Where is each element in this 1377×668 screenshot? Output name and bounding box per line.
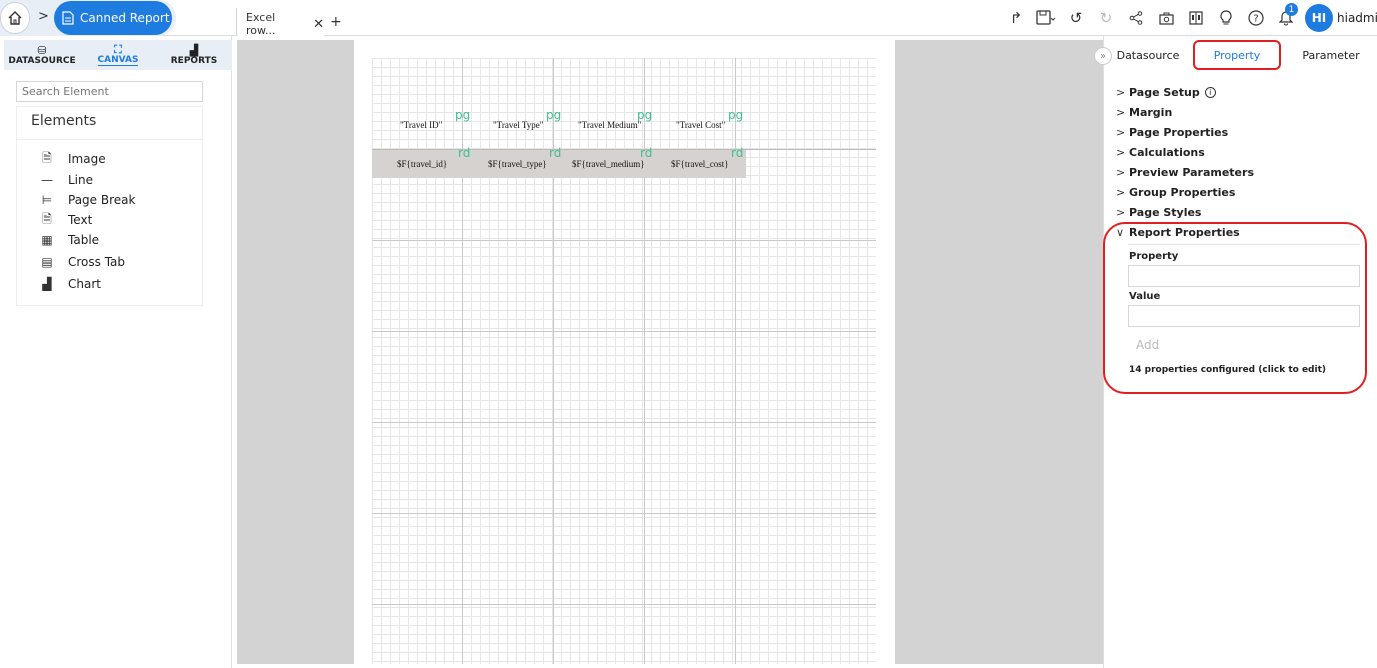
elements-title: Elements (31, 113, 97, 129)
chevron-right-icon: > (1116, 146, 1126, 159)
tab-datasource-properties[interactable]: Datasource (1113, 40, 1183, 70)
toolbar: ↱ ↺ ↻ ? 1 HI hiadmin (1001, 0, 1377, 36)
tab-datasource[interactable]: ⛁ DATASOURCE (4, 40, 80, 70)
notifications-button[interactable]: 1 (1271, 0, 1301, 36)
tab-reports[interactable]: ▟ REPORTS (156, 40, 232, 70)
close-icon[interactable]: ✕ (313, 17, 324, 32)
header-travel-cost[interactable]: "Travel Cost" (676, 120, 725, 130)
camera-icon[interactable] (1151, 0, 1181, 36)
chevron-right-icon: > (1116, 86, 1126, 99)
detail-tag: rd (549, 146, 562, 160)
page-header-tag: pg (728, 108, 744, 122)
element-table[interactable]: ▦ Table (40, 230, 99, 250)
element-cross-tab[interactable]: ▤ Cross Tab (40, 252, 125, 272)
undo-icon[interactable]: ↺ (1061, 0, 1091, 36)
share-arrow-icon[interactable]: ↱ (1001, 0, 1031, 36)
home-button[interactable] (0, 2, 30, 34)
page-header-tag: pg (637, 108, 653, 122)
line-icon: — (41, 173, 53, 187)
header-travel-medium[interactable]: "Travel Medium" (578, 120, 641, 130)
grid-major-line (372, 513, 876, 514)
section-calculations[interactable]: > Calculations (1116, 146, 1205, 159)
breadcrumb-label: Canned Report (80, 11, 170, 25)
page-header-tag: pg (455, 108, 471, 122)
grid-major-line (372, 604, 876, 605)
reports-icon: ▟ (189, 43, 199, 57)
username[interactable]: hiadmin (1337, 11, 1377, 25)
page-break-icon: ⊨ (41, 193, 53, 207)
image-icon: 🗎 (42, 150, 52, 165)
section-preview-parameters[interactable]: > Preview Parameters (1116, 166, 1254, 179)
element-text[interactable]: 🗎 Text (40, 210, 92, 230)
canvas-icon: ⛶ (114, 43, 122, 56)
element-line[interactable]: — Line (40, 170, 93, 190)
search-element-input[interactable] (16, 81, 203, 102)
breadcrumb-chevron-icon: > (38, 9, 49, 24)
left-panel-tabs: ⛁ DATASOURCE ⛶ CANVAS ▟ REPORTS (4, 40, 232, 70)
tab-divider (236, 8, 237, 36)
section-page-styles[interactable]: > Page Styles (1116, 206, 1201, 219)
avatar[interactable]: HI (1305, 4, 1333, 32)
element-image[interactable]: 🗎 Image (40, 149, 105, 169)
share-icon[interactable] (1121, 0, 1151, 36)
annotation-highlight (1103, 222, 1367, 394)
datasource-icon: ⛁ (37, 43, 47, 57)
redo-icon[interactable]: ↻ (1091, 0, 1121, 36)
chart-icon: ▟ (42, 277, 52, 291)
header-travel-type[interactable]: "Travel Type" (493, 120, 543, 130)
section-page-setup[interactable]: > Page Setup i (1116, 86, 1216, 99)
element-page-break[interactable]: ⊨ Page Break (40, 190, 136, 210)
detail-tag: rd (458, 146, 471, 160)
detail-tag: rd (640, 146, 653, 160)
tab-report[interactable]: Excel row... ✕ (238, 11, 324, 37)
notification-badge: 1 (1285, 3, 1298, 16)
breadcrumb-canned-report[interactable]: Canned Report (54, 1, 172, 35)
tab-label: Excel row... (246, 11, 276, 37)
section-page-properties[interactable]: > Page Properties (1116, 126, 1228, 139)
chevron-right-icon: > (1116, 186, 1126, 199)
save-icon[interactable] (1031, 0, 1061, 36)
collapse-panel-icon[interactable]: » (1094, 47, 1112, 65)
lightbulb-icon[interactable] (1211, 0, 1241, 36)
chevron-right-icon: > (1116, 126, 1126, 139)
field-travel-medium[interactable]: $F{travel_medium} (572, 159, 645, 169)
field-travel-cost[interactable]: $F{travel_cost} (671, 159, 729, 169)
section-group-properties[interactable]: > Group Properties (1116, 186, 1235, 199)
tab-property[interactable]: Property (1193, 40, 1281, 70)
add-tab-icon[interactable]: + (330, 14, 342, 30)
home-icon (8, 11, 22, 25)
help-icon[interactable]: ? (1241, 0, 1271, 36)
chevron-right-icon: > (1116, 206, 1126, 219)
tab-parameter[interactable]: Parameter (1292, 40, 1370, 70)
divider (16, 139, 203, 140)
chevron-right-icon: > (1116, 166, 1126, 179)
table-icon: ▦ (41, 233, 53, 247)
chevron-right-icon: > (1116, 106, 1126, 119)
page-header-tag: pg (546, 108, 562, 122)
field-travel-type[interactable]: $F{travel_type} (488, 159, 547, 169)
tab-canvas[interactable]: ⛶ CANVAS (80, 40, 156, 70)
grid-major-line (372, 331, 876, 332)
cross-tab-icon: ▤ (41, 255, 53, 269)
text-icon: 🗎 (42, 211, 52, 226)
detail-tag: rd (731, 146, 744, 160)
document-icon (62, 11, 74, 25)
grid-major-line (372, 240, 876, 241)
svg-text:?: ? (1253, 14, 1258, 25)
element-chart[interactable]: ▟ Chart (40, 274, 101, 294)
info-icon[interactable]: i (1204, 87, 1216, 98)
section-margin[interactable]: > Margin (1116, 106, 1172, 119)
grid-major-line (372, 422, 876, 423)
header-travel-id[interactable]: "Travel ID" (400, 120, 442, 130)
layout-icon[interactable] (1181, 0, 1211, 36)
field-travel-id[interactable]: $F{travel_id} (397, 159, 447, 169)
